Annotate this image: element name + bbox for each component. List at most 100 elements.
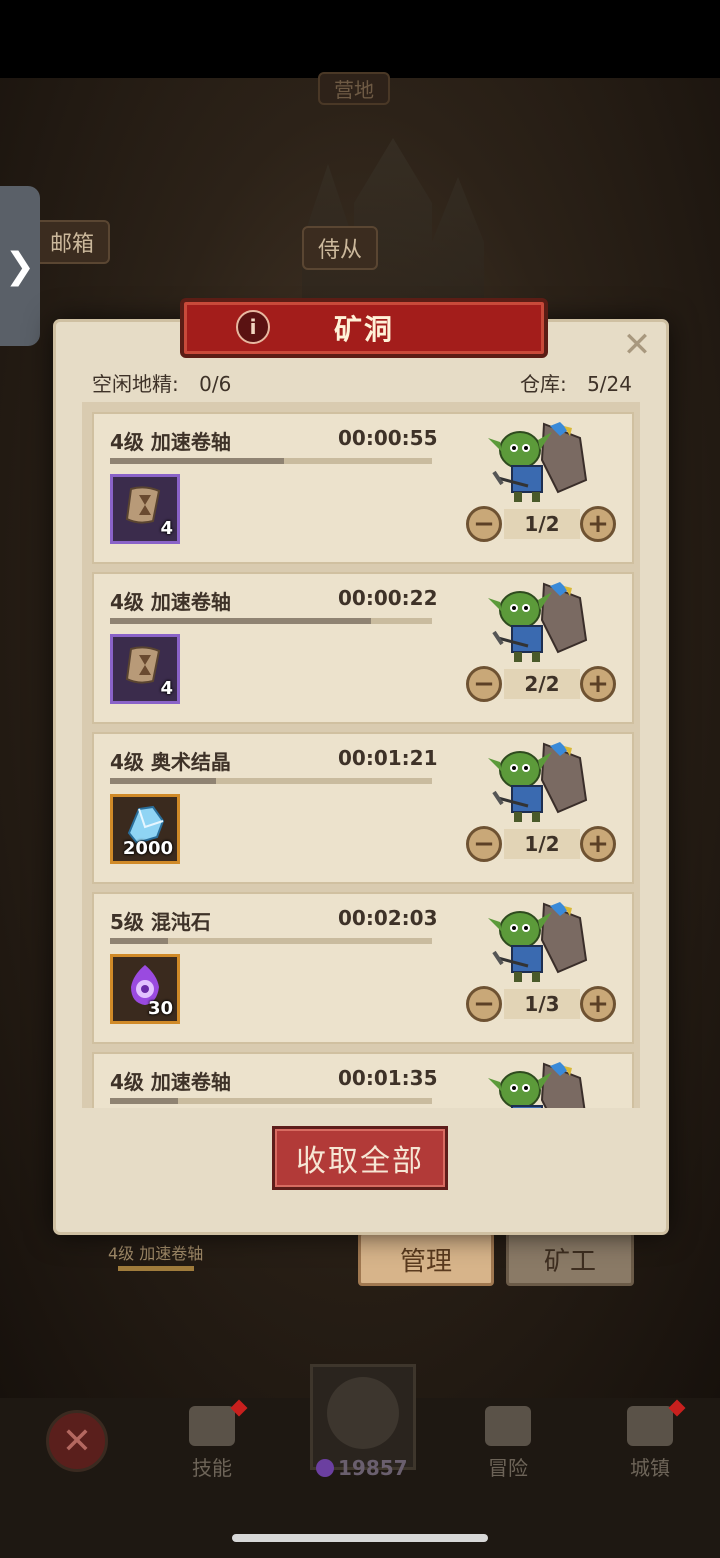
minus-icon: − <box>473 989 495 1019</box>
mine-progress-bar <box>110 778 432 784</box>
dialog-close-button[interactable]: ✕ <box>622 325 652 365</box>
status-bar <box>0 0 720 78</box>
skills-icon <box>189 1399 248 1446</box>
mine-progress-fill <box>110 938 168 944</box>
mine-timer: 00:01:35 <box>338 1066 438 1090</box>
scene-progress-bar <box>118 1266 194 1271</box>
reward-item-slot[interactable]: 30 <box>110 954 180 1024</box>
mine-progress-bar <box>110 1098 432 1104</box>
bottom-nav: ✕ 技能 19857 冒险 城镇 <box>0 1364 720 1558</box>
nav-town[interactable]: 城镇 <box>610 1399 690 1481</box>
nav-adventure-label: 冒险 <box>488 1456 528 1480</box>
mine-list[interactable]: 4级 加速卷轴 00:00:55 4−1/2 +4级 加速卷轴 00:00:22 4−2/… <box>82 402 640 1108</box>
idle-goblins: 空闲地精: 0/6 <box>92 368 231 397</box>
goblin-miner-icon <box>488 1060 592 1108</box>
chevron-right-icon: ❯ <box>4 245 36 287</box>
decrease-workers-button[interactable]: − <box>466 666 502 702</box>
goblin-miner-icon <box>488 580 592 664</box>
mine-progress-fill <box>110 618 371 624</box>
worker-stepper: −1/2 + <box>466 826 620 866</box>
nav-town-label: 城镇 <box>630 1456 670 1480</box>
mine-timer: 00:02:03 <box>338 906 438 930</box>
storage-value: 5/24 <box>587 372 632 396</box>
camp-banner: 营地 <box>318 72 390 105</box>
item-count: 2000 <box>122 838 173 859</box>
mine-title: 4级 加速卷轴 <box>110 590 231 614</box>
currency-display: 19857 <box>316 1456 408 1480</box>
minus-icon: − <box>473 829 495 859</box>
storage-label: 仓库: <box>519 372 567 396</box>
reward-item-slot[interactable]: 4 <box>110 634 180 704</box>
info-icon: i <box>249 315 257 339</box>
mine-card: 4级 奥术结晶 00:01:21 2000 −1/2 + <box>92 732 634 884</box>
idle-goblins-label: 空闲地精: <box>92 372 179 396</box>
increase-workers-button[interactable]: + <box>580 506 616 542</box>
storage: 仓库: 5/24 <box>520 368 632 397</box>
plus-icon: + <box>587 829 609 859</box>
item-count: 30 <box>147 998 173 1019</box>
mailbox-banner[interactable]: 邮箱 <box>34 220 111 264</box>
manage-button[interactable]: 管理 <box>358 1232 494 1286</box>
mine-progress-bar <box>110 618 432 624</box>
map-icon <box>485 1406 531 1446</box>
mine-progress-bar <box>110 938 432 944</box>
mine-title: 4级 加速卷轴 <box>110 430 231 454</box>
mine-progress-bar <box>110 458 432 464</box>
goblin-miner-icon <box>488 420 592 504</box>
mine-card: 4级 加速卷轴 00:01:35 <box>92 1052 634 1108</box>
reward-item-slot[interactable]: 2000 <box>110 794 180 864</box>
mine-timer: 00:00:22 <box>338 586 438 610</box>
nav-adventure[interactable]: 冒险 <box>468 1406 548 1481</box>
mine-card: 4级 加速卷轴 00:00:55 4 −1/2 + <box>92 412 634 564</box>
notification-dot <box>668 1399 686 1417</box>
item-count: 4 <box>160 678 173 699</box>
home-indicator <box>232 1534 488 1542</box>
mine-timer: 00:00:55 <box>338 426 438 450</box>
collect-all-button[interactable]: 收取全部 <box>272 1126 448 1190</box>
mine-title: 5级 混沌石 <box>110 910 211 934</box>
side-expand-tab[interactable]: ❯ <box>0 186 40 346</box>
plus-icon: + <box>587 669 609 699</box>
notification-dot <box>230 1399 248 1417</box>
close-circle-button[interactable]: ✕ <box>46 1410 108 1472</box>
mine-progress-fill <box>110 778 217 784</box>
increase-workers-button[interactable]: + <box>580 986 616 1022</box>
decrease-workers-button[interactable]: − <box>466 986 502 1022</box>
worker-count: 2/2 <box>504 669 580 699</box>
minus-icon: − <box>473 669 495 699</box>
worker-count: 1/2 <box>504 829 580 859</box>
goblin-miner-icon <box>488 900 592 984</box>
nav-skills-label: 技能 <box>192 1456 232 1480</box>
minus-icon: − <box>473 509 495 539</box>
increase-workers-button[interactable]: + <box>580 666 616 702</box>
mine-progress-fill <box>110 1098 178 1104</box>
dialog-title-banner: 矿洞 i <box>180 298 548 358</box>
worker-stepper: −1/2 + <box>466 506 620 546</box>
decrease-workers-button[interactable]: − <box>466 826 502 862</box>
castle-icon <box>627 1399 686 1446</box>
worker-stepper: −1/3 + <box>466 986 620 1026</box>
currency-value: 19857 <box>338 1456 408 1480</box>
mine-title: 4级 加速卷轴 <box>110 1070 231 1094</box>
decrease-workers-button[interactable]: − <box>466 506 502 542</box>
skull-icon <box>327 1377 399 1449</box>
scene-progress-label: 4级 加速卷轴 <box>108 1244 204 1263</box>
mine-card: 4级 加速卷轴 00:00:22 4 −2/2 + <box>92 572 634 724</box>
plus-icon: + <box>587 509 609 539</box>
item-count: 4 <box>160 518 173 539</box>
attendant-banner[interactable]: 侍从 <box>302 226 379 270</box>
close-icon: ✕ <box>622 325 652 365</box>
dialog-stats: 空闲地精: 0/6 仓库: 5/24 <box>92 368 632 396</box>
info-button[interactable]: i <box>236 310 270 344</box>
idle-goblins-value: 0/6 <box>199 372 232 396</box>
increase-workers-button[interactable]: + <box>580 826 616 862</box>
mine-timer: 00:01:21 <box>338 746 438 770</box>
gem-icon <box>316 1459 334 1477</box>
nav-skills[interactable]: 技能 <box>172 1399 252 1481</box>
nav-center-button[interactable] <box>310 1364 416 1470</box>
mine-title: 4级 奥术结晶 <box>110 750 231 774</box>
miner-button[interactable]: 矿工 <box>506 1232 634 1286</box>
reward-item-slot[interactable]: 4 <box>110 474 180 544</box>
mine-card: 5级 混沌石 00:02:03 30 −1/3 + <box>92 892 634 1044</box>
worker-stepper: −2/2 + <box>466 666 620 706</box>
